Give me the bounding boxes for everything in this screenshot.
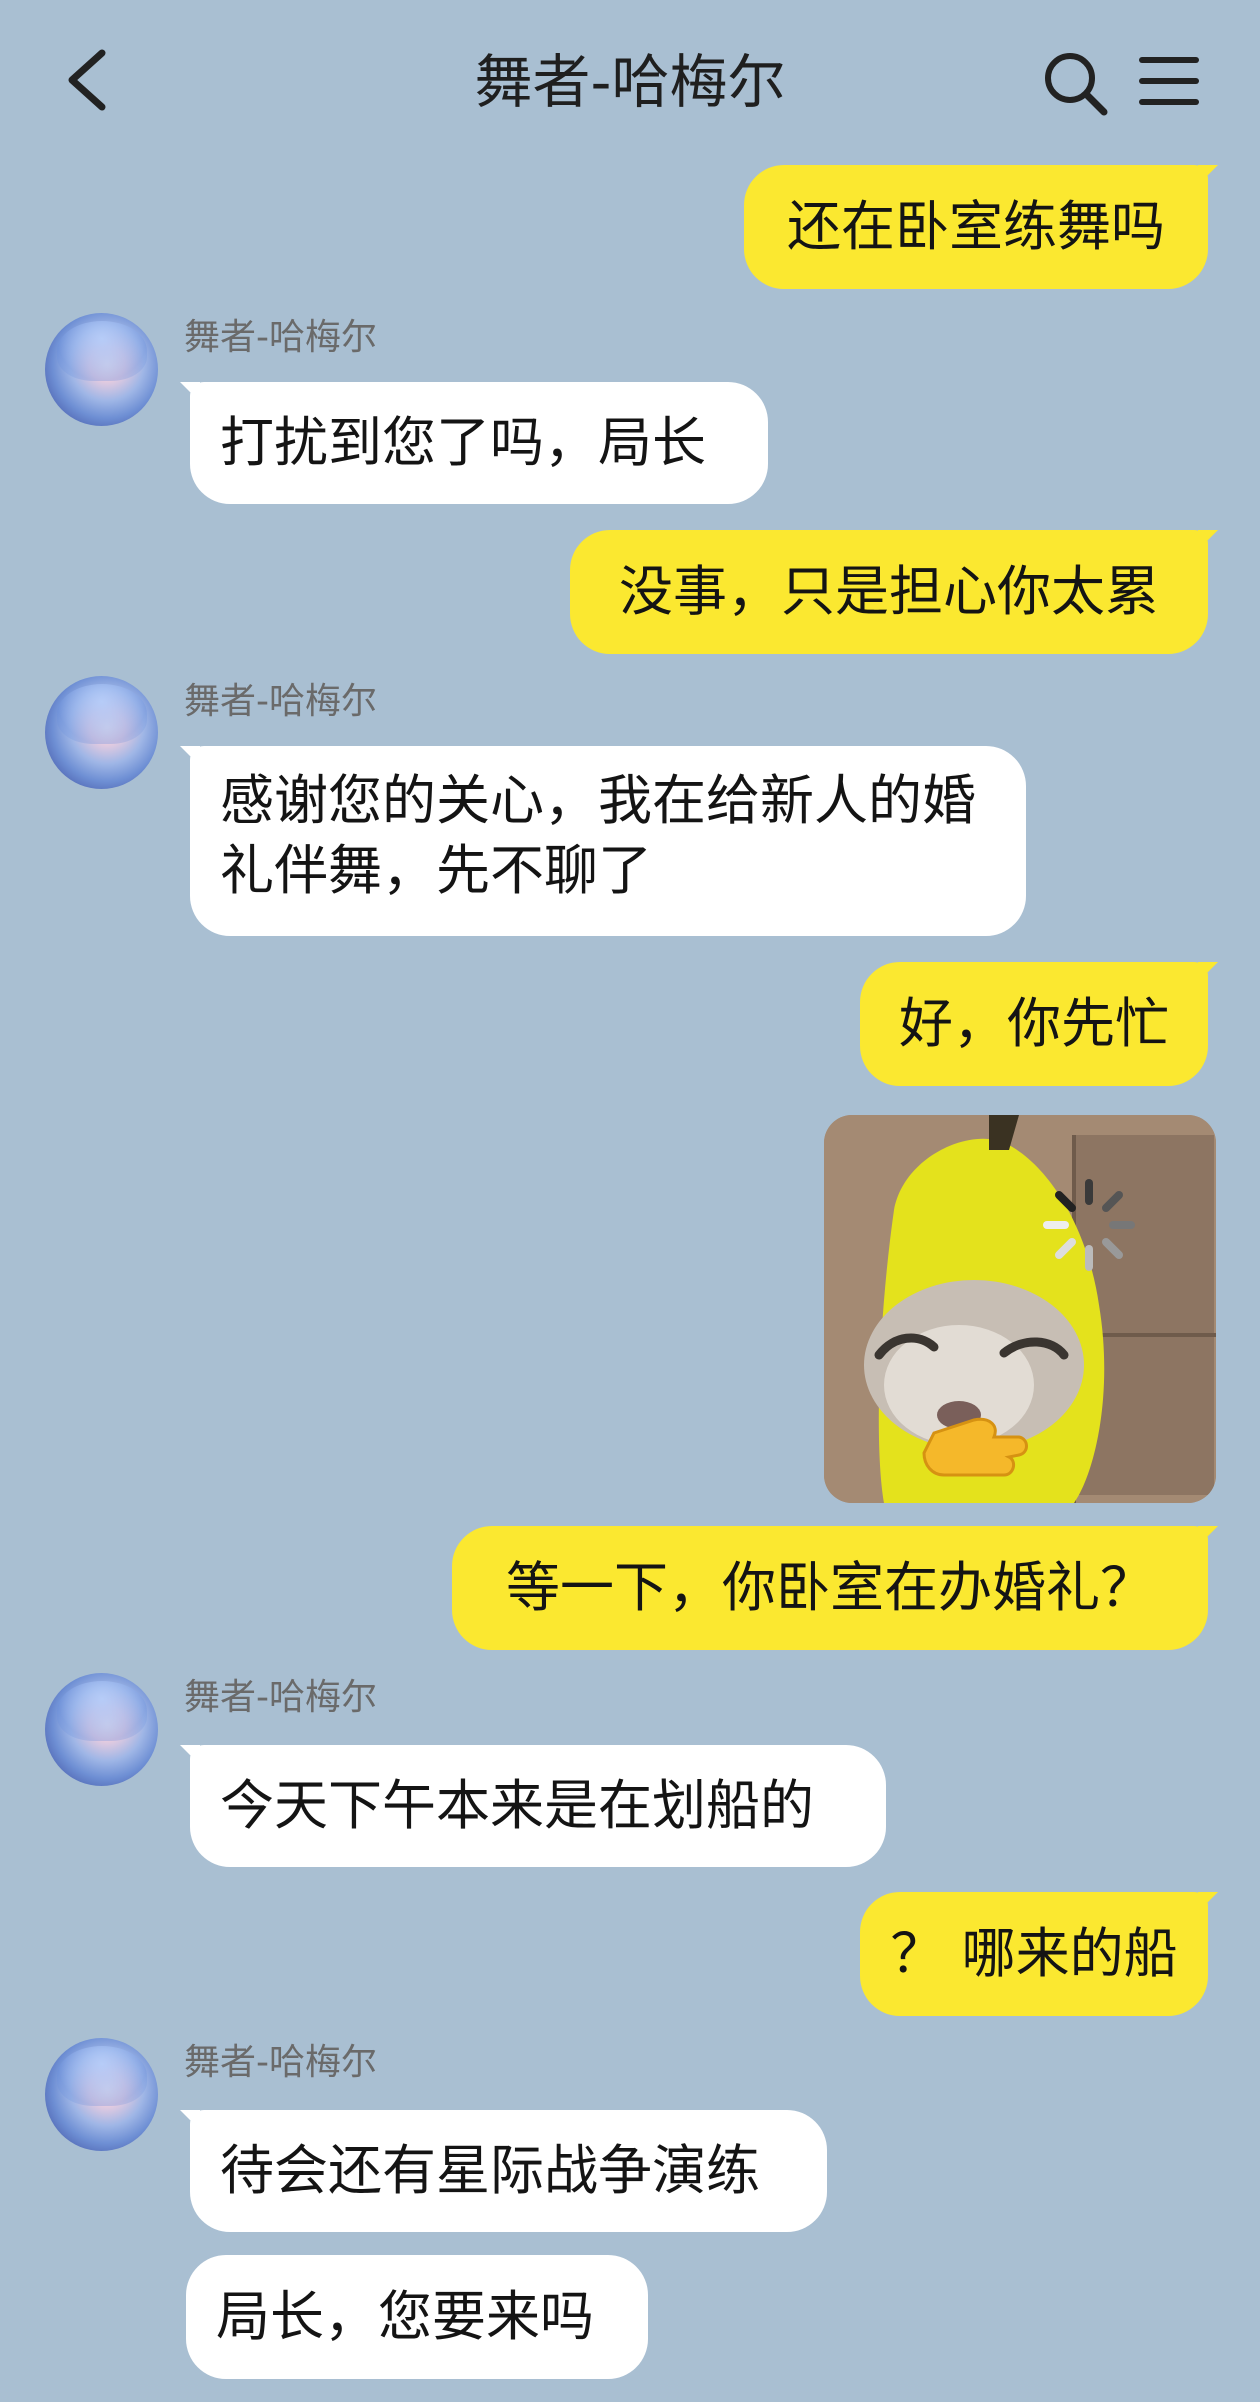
- message-text: ？ 哪来的船: [890, 1922, 1178, 1985]
- bubble-tail: [180, 746, 200, 766]
- message-text: 还在卧室练舞吗: [787, 195, 1165, 258]
- contact-avatar[interactable]: [45, 2038, 158, 2151]
- message-text: 待会还有星际战争演练: [220, 2139, 760, 2202]
- sender-name: 舞者-哈梅尔: [184, 317, 377, 358]
- incoming-message[interactable]: 打扰到您了吗，局长: [180, 382, 768, 504]
- incoming-message[interactable]: 今天下午本来是在划船的: [180, 1745, 886, 1867]
- banana-cat-image: [824, 1115, 1216, 1503]
- outgoing-message[interactable]: ？ 哪来的船: [860, 1892, 1218, 2016]
- incoming-message[interactable]: 待会还有星际战争演练: [180, 2110, 827, 2232]
- message-text: 等一下，你卧室在办婚礼？: [506, 1556, 1154, 1619]
- outgoing-message[interactable]: 等一下，你卧室在办婚礼？: [452, 1526, 1218, 1650]
- incoming-message[interactable]: 感谢您的关心，我在给新人的婚礼伴舞，先不聊了: [180, 746, 1026, 936]
- chat-header: 舞者-哈梅尔: [0, 0, 1260, 160]
- message-text: 今天下午本来是在划船的: [220, 1774, 814, 1837]
- bubble-tail: [1198, 165, 1218, 185]
- incoming-message[interactable]: 局长，您要来吗: [186, 2255, 648, 2379]
- bubble-tail: [180, 1745, 200, 1765]
- bubble-tail: [180, 2110, 200, 2130]
- contact-avatar[interactable]: [45, 676, 158, 789]
- message-text: 打扰到您了吗，局长: [220, 411, 706, 474]
- sender-name: 舞者-哈梅尔: [184, 681, 377, 722]
- message-text: 好，你先忙: [899, 992, 1169, 1055]
- search-icon: [1045, 53, 1108, 116]
- menu-icon: [1139, 57, 1199, 105]
- sender-name: 舞者-哈梅尔: [184, 1677, 377, 1718]
- outgoing-message[interactable]: 好，你先忙: [860, 962, 1218, 1086]
- contact-avatar[interactable]: [45, 1673, 158, 1786]
- bubble-tail: [1198, 530, 1218, 550]
- bubble-tail: [1198, 1892, 1218, 1912]
- bubble-tail: [1198, 962, 1218, 982]
- outgoing-message[interactable]: 还在卧室练舞吗: [744, 165, 1218, 289]
- contact-avatar[interactable]: [45, 313, 158, 426]
- search-button[interactable]: [1040, 48, 1110, 118]
- bubble-tail: [180, 382, 200, 402]
- message-text: 没事，只是担心你太累: [619, 560, 1159, 623]
- outgoing-message[interactable]: 没事，只是担心你太累: [570, 530, 1218, 654]
- banana-cat-sticker[interactable]: [824, 1115, 1216, 1503]
- bubble-tail: [1198, 1526, 1218, 1546]
- menu-button[interactable]: [1138, 52, 1200, 110]
- message-text: 局长，您要来吗: [216, 2285, 594, 2348]
- sender-name: 舞者-哈梅尔: [184, 2042, 377, 2083]
- message-text: 感谢您的关心，我在给新人的婚礼伴舞，先不聊了: [220, 769, 976, 902]
